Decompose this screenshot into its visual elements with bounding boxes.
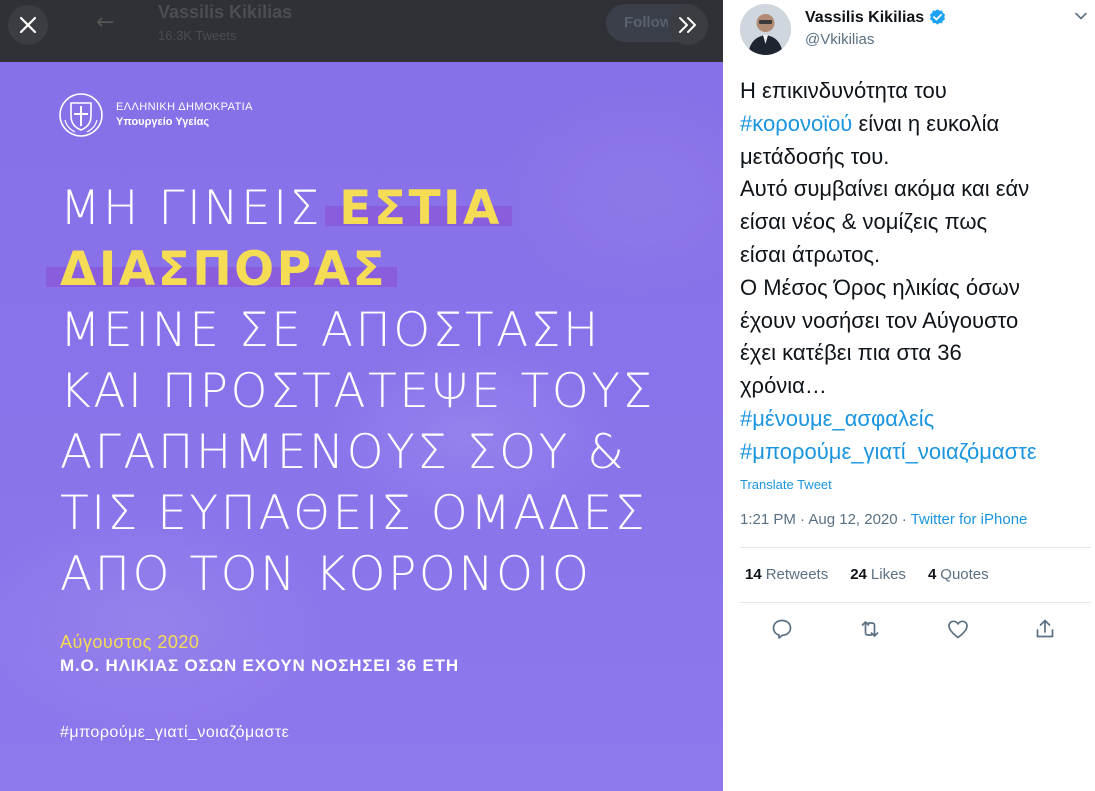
poster-average-age: Μ.Ο. ΗΛΙΚΙΑΣ ΟΣΩΝ ΕΧΟΥΝ ΝΟΣΗΣΕΙ 36 ΕΤΗ: [60, 656, 459, 675]
divider: [740, 547, 1091, 548]
avatar-image: [740, 4, 791, 55]
tweet-line: είναι η ευκολία: [852, 110, 1000, 136]
media-viewer: ← Vassilis Kikilias 16.3K Tweets Follow …: [0, 0, 723, 791]
headline-line3: ΜΕΙΝΕ ΣΕ ΑΠΟΣΤΑΣΗ: [60, 303, 601, 358]
translate-tweet-link[interactable]: Translate Tweet: [740, 477, 832, 492]
likes-stat[interactable]: 24 Likes: [850, 566, 906, 583]
hashtag-link[interactable]: #μπορούμε_γιατί_νοιαζόμαστε: [740, 436, 1092, 469]
tweet-line: έχει κατέβει πια στα 36: [740, 340, 962, 366]
tweet-line: είσαι άτρωτος.: [740, 241, 881, 267]
likes-label: Likes: [870, 566, 906, 583]
retweets-count: 14: [745, 566, 762, 583]
expand-panel-button[interactable]: [668, 5, 708, 45]
ministry-name: Υπουργείο Υγείας: [116, 116, 210, 128]
share-icon[interactable]: [1033, 617, 1057, 641]
divider: [740, 602, 1091, 603]
back-arrow-icon: ←: [96, 10, 115, 35]
headline-highlight-2: ΔΙΑΣΠΟΡΑΣ: [45, 239, 398, 300]
headline-line4: ΚΑΙ ΠΡΟΣΤΑΤΕΨΕ ΤΟΥΣ: [60, 364, 655, 419]
ministry-logo: ΕΛΛΗΝΙΚΗ ΔΗΜΟΚΡΑΤΙΑ Υπουργείο Υγείας: [58, 92, 253, 138]
background-profile-header: ← Vassilis Kikilias 16.3K Tweets Follow: [0, 0, 723, 62]
double-chevron-right-icon: [679, 17, 696, 33]
tweet-line: μετάδοσής του.: [740, 143, 890, 169]
close-button[interactable]: [8, 5, 48, 45]
tweet-meta: 1:21 PM · Aug 12, 2020 · Twitter for iPh…: [740, 511, 1027, 528]
background-tweets-count: 16.3K Tweets: [158, 28, 237, 43]
tweet-actions: [770, 617, 1070, 643]
retweet-icon[interactable]: [858, 617, 882, 641]
tweet-line: Ο Μέσος Όρος ηλικίας όσων: [740, 274, 1020, 300]
hashtag-link[interactable]: #κορονοϊού: [740, 111, 852, 136]
quotes-label: Quotes: [940, 566, 989, 583]
poster-date: Αύγουστος 2020: [60, 632, 200, 652]
tweet-line: έχουν νοσήσει τον Αύγουστο: [740, 307, 1019, 333]
headline-line5: ΑΓΑΠΗΜΕΝΟΥΣ ΣΟΥ &: [60, 425, 627, 480]
quotes-stat[interactable]: 4 Quotes: [928, 566, 989, 583]
heart-icon[interactable]: [946, 617, 970, 641]
author-handle[interactable]: @Vkikilias: [805, 31, 874, 48]
retweets-stat[interactable]: 14 Retweets: [745, 566, 828, 583]
poster-hashtag: #μπορούμε_γιατί_νοιαζόμαστε: [60, 724, 290, 741]
tweet-line: είσαι νέος & νομίζεις πως: [740, 209, 988, 235]
tweet-detail-panel: Vassilis Kikilias @Vkikilias Η επικινδυν…: [723, 0, 1095, 791]
headline-line7: ΑΠΟ ΤΟΝ ΚΟΡΟΝΟΙΟ: [60, 547, 592, 602]
author-name[interactable]: Vassilis Kikilias: [805, 8, 947, 27]
avatar[interactable]: [740, 4, 791, 55]
chevron-down-icon[interactable]: [1073, 8, 1089, 24]
tweet-line: χρόνια…: [740, 373, 827, 399]
tweet-line: Αυτό συμβαίνει ακόμα και εάν: [740, 176, 1030, 202]
tweet-stats: 14 Retweets 24 Likes 4 Quotes: [745, 566, 1011, 583]
background-profile-name: Vassilis Kikilias: [158, 2, 293, 22]
poster-headline: ΜΗ ΓΙΝΕΙΣ ΕΣΤΙΑ ΔΙΑΣΠΟΡΑΣ ΜΕΙΝΕ ΣΕ ΑΠΟΣΤ…: [45, 178, 655, 605]
headline-highlight-1: ΕΣΤΙΑ: [325, 178, 512, 239]
verified-badge-icon: [930, 9, 946, 25]
greek-coat-of-arms-icon: [59, 93, 103, 137]
author-name-text: Vassilis Kikilias: [805, 8, 925, 26]
reply-icon[interactable]: [770, 617, 794, 641]
tweet-image[interactable]: ΕΛΛΗΝΙΚΗ ΔΗΜΟΚΡΑΤΙΑ Υπουργείο Υγείας ΜΗ …: [0, 62, 723, 791]
quotes-count: 4: [927, 566, 937, 583]
tweet-source-link[interactable]: Twitter for iPhone: [911, 511, 1028, 528]
tweet-timestamp[interactable]: 1:21 PM · Aug 12, 2020 ·: [740, 511, 911, 528]
hashtag-link[interactable]: #μένουμε_ασφαλείς: [740, 403, 1092, 436]
tweet-text: Η επικινδυνότητα του #κορονοϊού είναι η …: [740, 75, 1092, 469]
org-name: ΕΛΛΗΝΙΚΗ ΔΗΜΟΚΡΑΤΙΑ: [116, 101, 253, 113]
close-icon: [19, 16, 37, 34]
retweets-label: Retweets: [765, 566, 829, 583]
headline-line1: ΜΗ ΓΙΝΕΙΣ: [60, 181, 340, 236]
tweet-line: Η επικινδυνότητα του: [740, 78, 947, 103]
likes-count: 24: [850, 566, 867, 583]
headline-line6: ΤΙΣ ΕΥΠΑΘΕΙΣ ΟΜΑΔΕΣ: [60, 486, 648, 541]
